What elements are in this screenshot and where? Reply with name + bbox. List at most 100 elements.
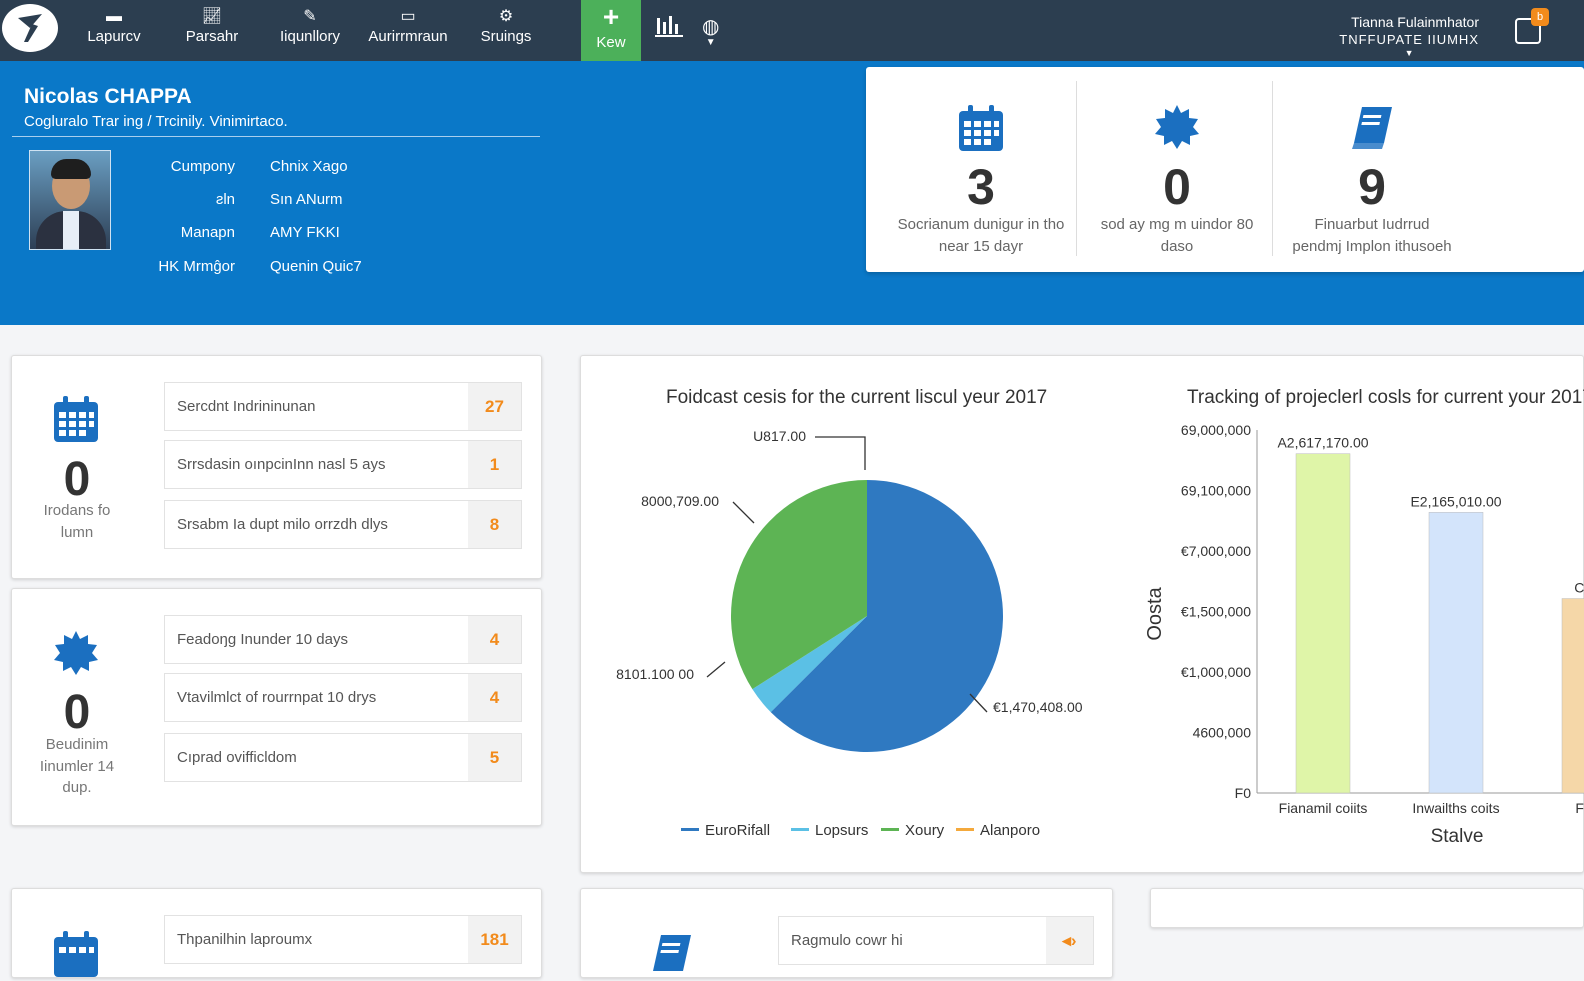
trainings-panel: 0 Irodans fo lumn Sercdnt Indrininunan 2… — [11, 355, 542, 579]
plus-icon: + — [602, 1, 620, 32]
top-navbar: ▬ Lapurcv 📈︎ Parsahr ✎ Iiqunllory ▭ Auri… — [0, 0, 1584, 61]
field-value-company: Chnix Xago — [270, 158, 348, 175]
x-tick-label: Fian — [1575, 800, 1584, 816]
bar[interactable] — [1428, 512, 1484, 794]
y-tick-label: €1,500,000 — [1181, 604, 1251, 620]
panel-caption: Beudinim — [45, 736, 109, 753]
panel-count: 0 — [63, 453, 91, 506]
monitor-icon: ▭ — [400, 8, 416, 25]
bar-chart-icon[interactable] — [655, 14, 683, 44]
pie-data-label: 8101.100 00 — [616, 666, 694, 682]
badge-icon — [1155, 105, 1199, 149]
count-badge: 27 — [468, 383, 521, 430]
count-badge: 1 — [468, 441, 521, 488]
field-label-site: ƨln — [215, 191, 235, 208]
nav-item-2[interactable]: ✎ Iiqunllory — [270, 6, 350, 56]
notifications-button[interactable]: b — [1513, 8, 1549, 46]
laptop-icon: ▬ — [106, 8, 122, 25]
employee-role: Cogluralo Trar ing / Trcinily. Vinimirta… — [24, 113, 288, 130]
calendar-icon — [54, 396, 98, 442]
legend-swatch — [956, 828, 974, 831]
pending-panel: Thpanilhin laproumx 181 — [11, 888, 542, 978]
list-item[interactable]: Sercdnt Indrininunan 27 — [164, 382, 522, 431]
count-badge: 4 — [468, 674, 521, 721]
new-button[interactable]: + Kew — [581, 0, 641, 61]
nav-item-3[interactable]: ▭ Aurirrmraun — [358, 6, 458, 56]
stat-caption: Finuarbut Iudrrud — [1314, 216, 1430, 233]
legend-item[interactable]: Xoury — [905, 822, 945, 839]
nav-item-0[interactable]: ▬ Lapurcv — [82, 6, 146, 56]
panel-caption: lumn — [60, 524, 94, 541]
count-badge: 4 — [468, 616, 521, 663]
count-badge: 5 — [468, 734, 521, 781]
list-item[interactable]: Ragmulo cowr hi ◂› — [778, 916, 1094, 965]
edit-icon: ✎ — [303, 8, 317, 25]
nav-item-1[interactable]: 📈︎ Parsahr — [180, 6, 244, 56]
chevron-down-icon: ▼ — [1404, 48, 1414, 58]
calendar-icon — [54, 931, 98, 977]
legend-item[interactable]: Lopsurs — [815, 822, 868, 839]
bar-data-label: E2,165,010.00 — [1410, 493, 1501, 509]
pie-data-label: 8000,709.00 — [641, 493, 719, 509]
legend-item[interactable]: Alanporo — [980, 822, 1040, 839]
list-item[interactable]: Thpanilhin laproumx 181 — [164, 915, 522, 964]
field-value-site: Sın ANurm — [270, 191, 343, 208]
stat-value: 3 — [967, 159, 995, 215]
stat-caption: near 15 dayr — [938, 238, 1024, 255]
employee-name: Nicolas CHAPPA — [24, 85, 192, 108]
field-label-hr-manager: HK Mrmĝor — [158, 258, 235, 275]
stat-trainings[interactable]: 3 Socrianum dunigur in tho near 15 dayr — [880, 67, 1082, 272]
legend-swatch — [881, 828, 899, 831]
book-icon — [1352, 107, 1392, 149]
notification-badge: b — [1531, 8, 1549, 26]
y-tick-label: F0 — [1235, 785, 1252, 801]
pie-chart: €1,470,408.00 8101.100 00 8000,709.00 U817.… — [616, 428, 1083, 839]
divider — [1076, 81, 1077, 256]
app-logo[interactable] — [2, 4, 58, 52]
panel-caption: Iinumler 14 — [39, 758, 115, 775]
summary-stats-card: 3 Socrianum dunigur in tho near 15 dayr … — [866, 67, 1584, 272]
list-item[interactable]: Srrsdasin oınpcinInn nasl 5 ays 1 — [164, 440, 522, 489]
calendar-icon — [959, 105, 1003, 151]
bar[interactable] — [1561, 598, 1584, 794]
bar-chart: 69,000,000 69,100,000 €7,000,000 €1,500,000… — [1144, 422, 1584, 847]
badge-icon — [54, 631, 98, 675]
stat-courses[interactable]: 9 Finuarbut Iudrrud pendmj Implon ithuso… — [1272, 67, 1472, 272]
leader-line — [969, 693, 988, 713]
bar[interactable] — [1295, 453, 1351, 794]
legend-item[interactable]: EuroRifall — [705, 822, 770, 839]
chevron-down-icon: ▼ — [705, 37, 716, 48]
bar-data-label: A2,617,170.00 — [1277, 435, 1368, 451]
field-label-manager: Manapn — [180, 224, 235, 241]
list-item[interactable]: Srsabm Ia dupt milo orrzdh dlys 8 — [164, 500, 522, 549]
nav-item-4[interactable]: ⚙ Sruings — [474, 6, 538, 56]
list-item[interactable]: Vtavilmlct of rourrnpat 10 drys 4 — [164, 673, 522, 722]
bar-data-label: C1,1 — [1574, 580, 1584, 596]
count-badge: 8 — [468, 501, 521, 548]
pie-data-label: U817.00 — [753, 428, 806, 444]
user-menu[interactable]: Tianna Fulainmhator TNFFUPATE IIUMHX ▼ — [1339, 14, 1479, 58]
user-name: Tianna Fulainmhator — [1351, 14, 1479, 30]
book-icon — [653, 935, 691, 971]
settings-icon: ⚙ — [498, 8, 514, 25]
y-tick-label: 4600,000 — [1193, 725, 1252, 741]
stat-certifications[interactable]: 0 sod ay mg m uindor 80 daso — [1082, 67, 1272, 272]
list-item[interactable]: Cıprad ovifficldom 5 — [164, 733, 522, 782]
legend-swatch — [681, 828, 699, 831]
count-badge: 181 — [468, 916, 521, 963]
panel-count: 0 — [63, 686, 91, 739]
y-tick-label: €7,000,000 — [1181, 543, 1251, 559]
field-value-manager: AMY FKKI — [270, 224, 340, 241]
pie-data-label: €1,470,408.00 — [993, 699, 1083, 715]
globe-icon[interactable]: ◍ ▼ — [702, 14, 719, 48]
leader-line — [815, 436, 866, 470]
x-tick-label: Fianamil coiits — [1279, 800, 1368, 816]
divider — [12, 136, 540, 137]
stat-value: 9 — [1358, 159, 1386, 215]
list-item[interactable]: Feadoŋg Inunder 10 days 4 — [164, 615, 522, 664]
legend-swatch — [791, 828, 809, 831]
y-tick-label: 69,100,000 — [1181, 483, 1251, 499]
panel-caption: dup. — [62, 779, 92, 796]
chevron-right-icon: ◂› — [1046, 917, 1093, 964]
panel-caption: Irodans fo — [43, 502, 111, 519]
